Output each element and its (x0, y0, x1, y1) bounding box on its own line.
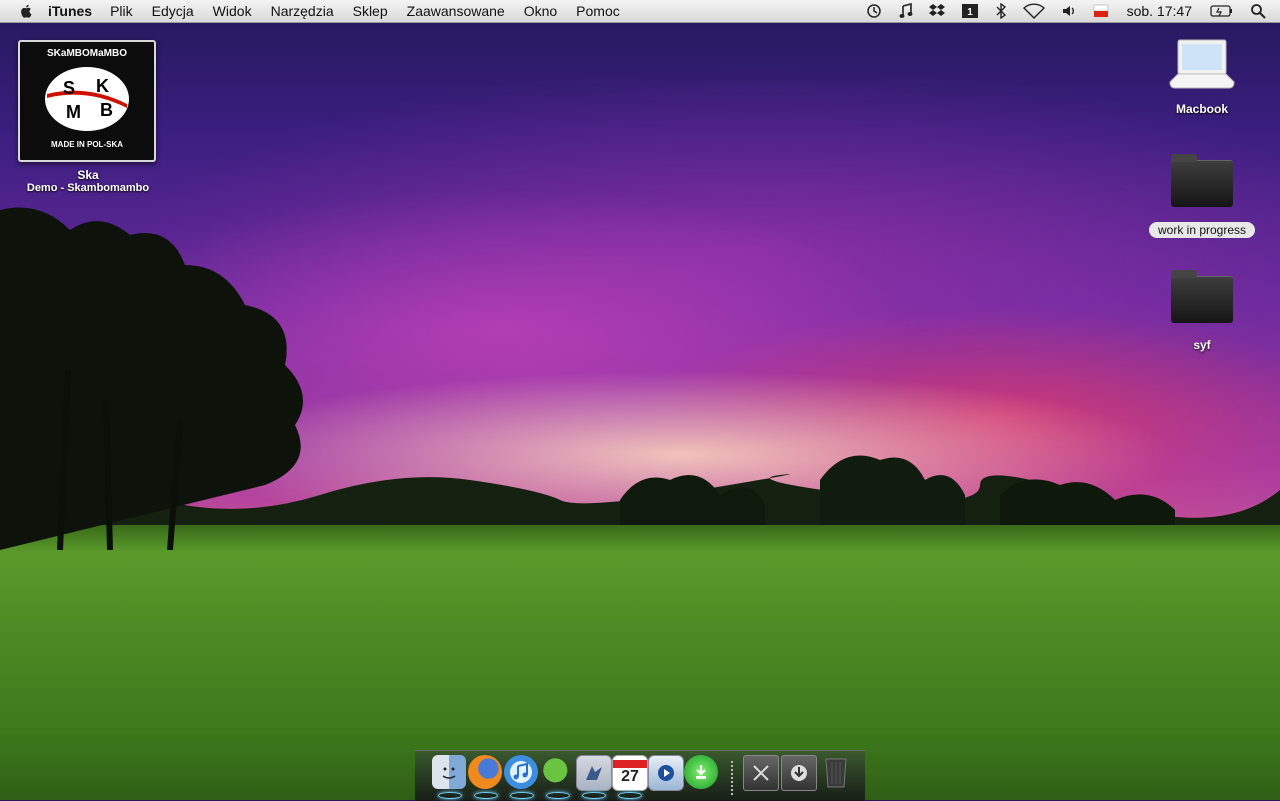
folder-icon (1171, 154, 1233, 207)
menu-widok[interactable]: Widok (213, 3, 252, 19)
wifi-icon[interactable] (1022, 3, 1045, 19)
adium-icon[interactable] (540, 755, 574, 789)
macbook-label: Macbook (1175, 102, 1228, 116)
itunes-icon[interactable] (504, 755, 538, 789)
time-machine-icon[interactable] (865, 3, 883, 19)
flag-pl-icon[interactable] (1093, 3, 1109, 19)
album-letter-m: M (66, 102, 81, 122)
svg-text:1: 1 (967, 7, 973, 18)
volume-icon[interactable] (1061, 3, 1077, 19)
quicktime-icon[interactable] (648, 755, 684, 791)
album-title: Ska (77, 168, 99, 182)
album-letter-k: K (96, 76, 109, 96)
album-letter-b: B (100, 100, 113, 120)
dock: 27 (415, 750, 865, 801)
close-stack-icon[interactable] (743, 755, 779, 791)
spotlight-icon[interactable] (1250, 3, 1266, 19)
running-indicator (618, 792, 642, 799)
running-indicator (438, 792, 462, 799)
folder-syf-label: syf (1193, 338, 1211, 352)
folder-icon (1171, 270, 1233, 323)
firefox-icon[interactable] (468, 755, 502, 789)
menu-bar: iTunes Plik Edycja Widok Narzędzia Sklep… (0, 0, 1280, 23)
ical-date: 27 (621, 768, 639, 785)
folder-syf[interactable]: syf (1162, 270, 1242, 352)
one-password-icon[interactable]: 1 (961, 3, 979, 19)
folder-work-in-progress-label: work in progress (1148, 222, 1256, 238)
menu-sklep[interactable]: Sklep (353, 3, 388, 19)
battery-icon[interactable] (1210, 4, 1234, 18)
bluetooth-icon[interactable] (995, 3, 1007, 19)
running-indicator (510, 792, 534, 799)
ical-icon[interactable]: 27 (612, 755, 648, 791)
running-indicator (582, 792, 606, 799)
finder-icon[interactable] (432, 755, 466, 789)
download-app-icon[interactable] (684, 755, 718, 789)
app-menu-itunes[interactable]: iTunes (48, 3, 92, 19)
trash-icon[interactable] (819, 755, 853, 789)
laptop-icon (1169, 39, 1235, 89)
status-menus: 1 sob. 17:47 (857, 0, 1280, 22)
mail-icon[interactable] (576, 755, 612, 791)
album-cover: SKaMBOMaMBO S K M B MADE IN POL-SKA (18, 40, 156, 162)
folder-work-in-progress[interactable]: work in progress (1140, 154, 1264, 238)
menu-narzedzia[interactable]: Narzędzia (271, 3, 334, 19)
dock-separator (731, 761, 733, 797)
album-banner: MADE IN POL-SKA (51, 140, 123, 149)
album-subtitle: Demo - Skambomambo (26, 182, 150, 194)
running-indicator (474, 792, 498, 799)
dropbox-icon[interactable] (928, 3, 945, 19)
menu-pomoc[interactable]: Pomoc (576, 3, 620, 19)
menu-plik[interactable]: Plik (110, 3, 133, 19)
menu-okno[interactable]: Okno (524, 3, 557, 19)
album-cover-text: SKaMBOMaMBO (46, 48, 127, 59)
running-indicator (546, 792, 570, 799)
skmb-logo (45, 67, 129, 131)
tree-silhouettes (0, 207, 303, 550)
clock-text[interactable]: sob. 17:47 (1127, 3, 1192, 19)
menu-zaawansowane[interactable]: Zaawansowane (407, 3, 505, 19)
menu-edycja[interactable]: Edycja (152, 3, 194, 19)
macbook-desktop-icon[interactable]: Macbook (1162, 36, 1242, 116)
downloads-stack-icon[interactable] (781, 755, 817, 791)
itunes-note-icon[interactable] (899, 3, 913, 19)
album-desktop-item[interactable]: SKaMBOMaMBO S K M B MADE IN POL-SKA Ska … (18, 40, 158, 194)
apple-menu-icon[interactable] (19, 3, 35, 19)
album-letter-s: S (63, 78, 76, 98)
